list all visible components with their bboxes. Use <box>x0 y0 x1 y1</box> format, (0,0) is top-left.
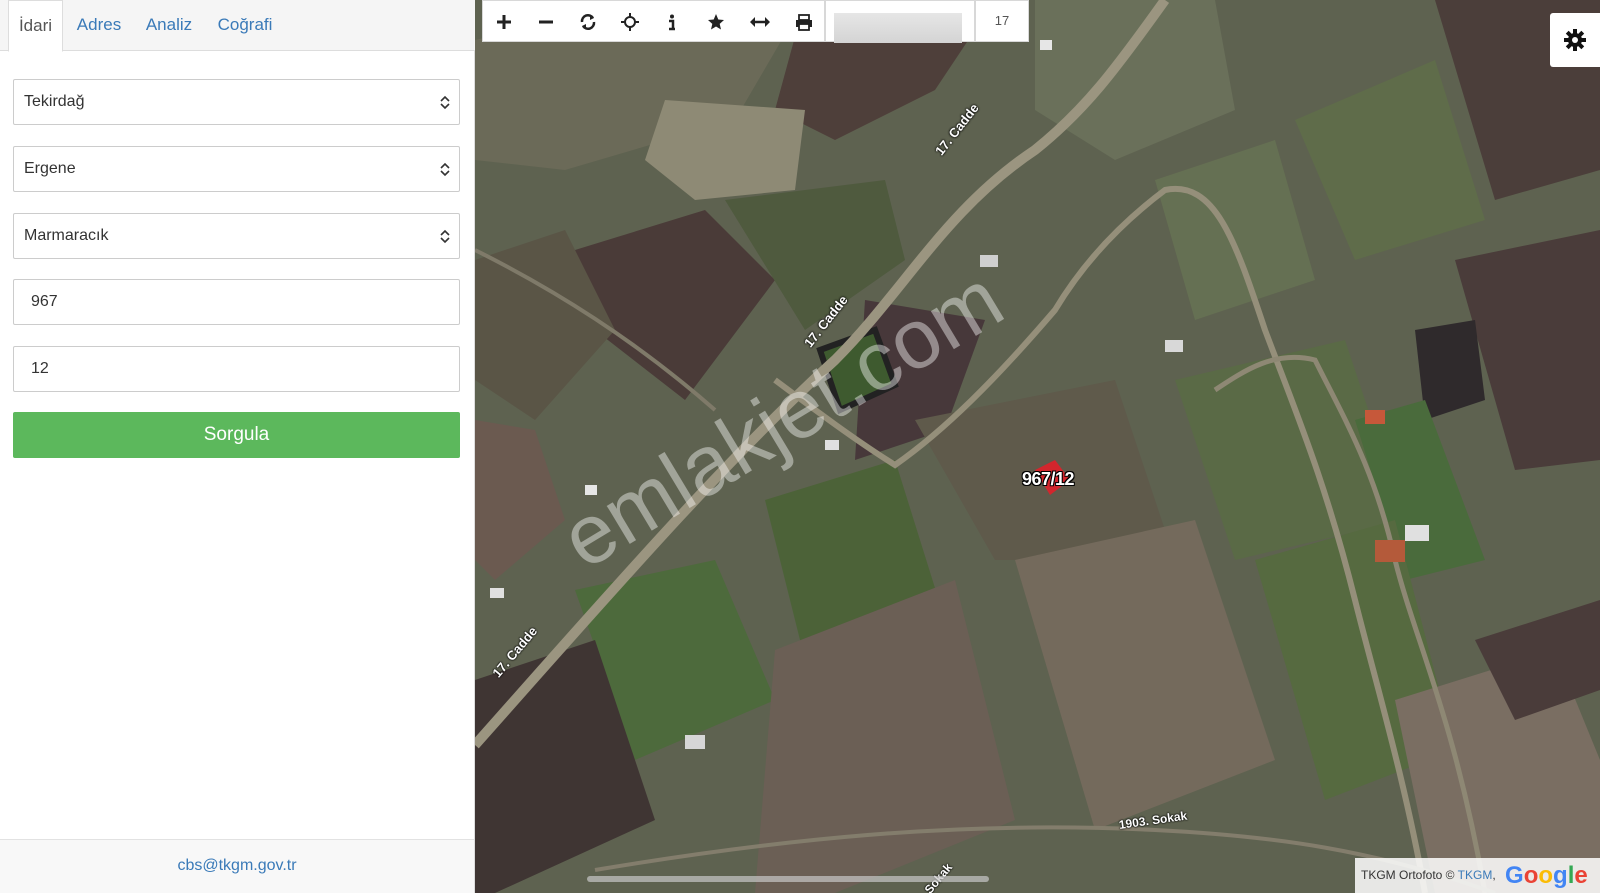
info-button[interactable] <box>651 1 693 43</box>
zoom-out-button[interactable] <box>525 1 567 43</box>
map-view[interactable]: 17 17. Cadde 17. Cadde 17. Cadde 1903. S… <box>475 0 1600 893</box>
neighborhood-value: Marmaracık <box>24 227 109 244</box>
scale-bar-fill <box>834 13 962 43</box>
map-toolbar <box>482 0 825 42</box>
locate-button[interactable] <box>609 1 651 43</box>
measure-button[interactable] <box>739 1 781 43</box>
google-logo: Google <box>1505 861 1588 889</box>
attribution-prefix: TKGM Ortofoto © <box>1361 868 1458 882</box>
attribution-suffix: , <box>1492 868 1496 882</box>
zoom-level: 17 <box>975 0 1029 42</box>
select-caret-icon <box>440 229 450 244</box>
zoom-out-icon <box>539 20 553 24</box>
province-select[interactable]: Tekirdağ <box>13 79 460 125</box>
map-attribution: TKGM Ortofoto © TKGM, Google <box>1355 858 1600 893</box>
favorites-button[interactable] <box>695 1 737 43</box>
print-icon <box>796 13 812 31</box>
horizontal-scrollbar[interactable] <box>587 876 989 882</box>
select-caret-icon <box>440 162 450 177</box>
attribution-link[interactable]: TKGM <box>1458 868 1493 882</box>
zoom-in-button[interactable] <box>483 1 525 43</box>
tab-bar: İdari Adres Analiz Coğrafi <box>0 0 475 52</box>
query-button[interactable]: Sorgula <box>13 412 460 458</box>
query-panel: İdari Adres Analiz Coğrafi Tekirdağ Erge… <box>0 0 475 893</box>
settings-button[interactable] <box>1550 13 1600 67</box>
refresh-button[interactable] <box>567 1 609 43</box>
print-button[interactable] <box>783 1 825 43</box>
refresh-icon <box>580 14 596 30</box>
tab-adres[interactable]: Adres <box>70 0 128 51</box>
footer: cbs@tkgm.gov.tr <box>0 839 474 893</box>
measure-icon <box>750 17 770 27</box>
district-value: Ergene <box>24 160 76 177</box>
zoom-in-icon <box>497 15 511 29</box>
gear-icon <box>1564 29 1586 51</box>
neighborhood-select[interactable]: Marmaracık <box>13 213 460 259</box>
star-icon <box>708 14 724 30</box>
select-caret-icon <box>440 95 450 110</box>
scale-bar <box>825 0 975 43</box>
crosshair-icon <box>621 13 639 31</box>
parcel-number-input[interactable]: 12 <box>13 346 460 392</box>
contact-email-link[interactable]: cbs@tkgm.gov.tr <box>177 857 296 874</box>
tab-cografi[interactable]: Coğrafi <box>210 0 280 51</box>
parcel-label[interactable]: 967/12 <box>1022 469 1075 490</box>
block-number-input[interactable]: 967 <box>13 279 460 325</box>
info-icon <box>669 14 675 30</box>
tab-analiz[interactable]: Analiz <box>138 0 200 51</box>
tab-idari[interactable]: İdari <box>8 0 63 52</box>
province-value: Tekirdağ <box>24 93 85 110</box>
district-select[interactable]: Ergene <box>13 146 460 192</box>
